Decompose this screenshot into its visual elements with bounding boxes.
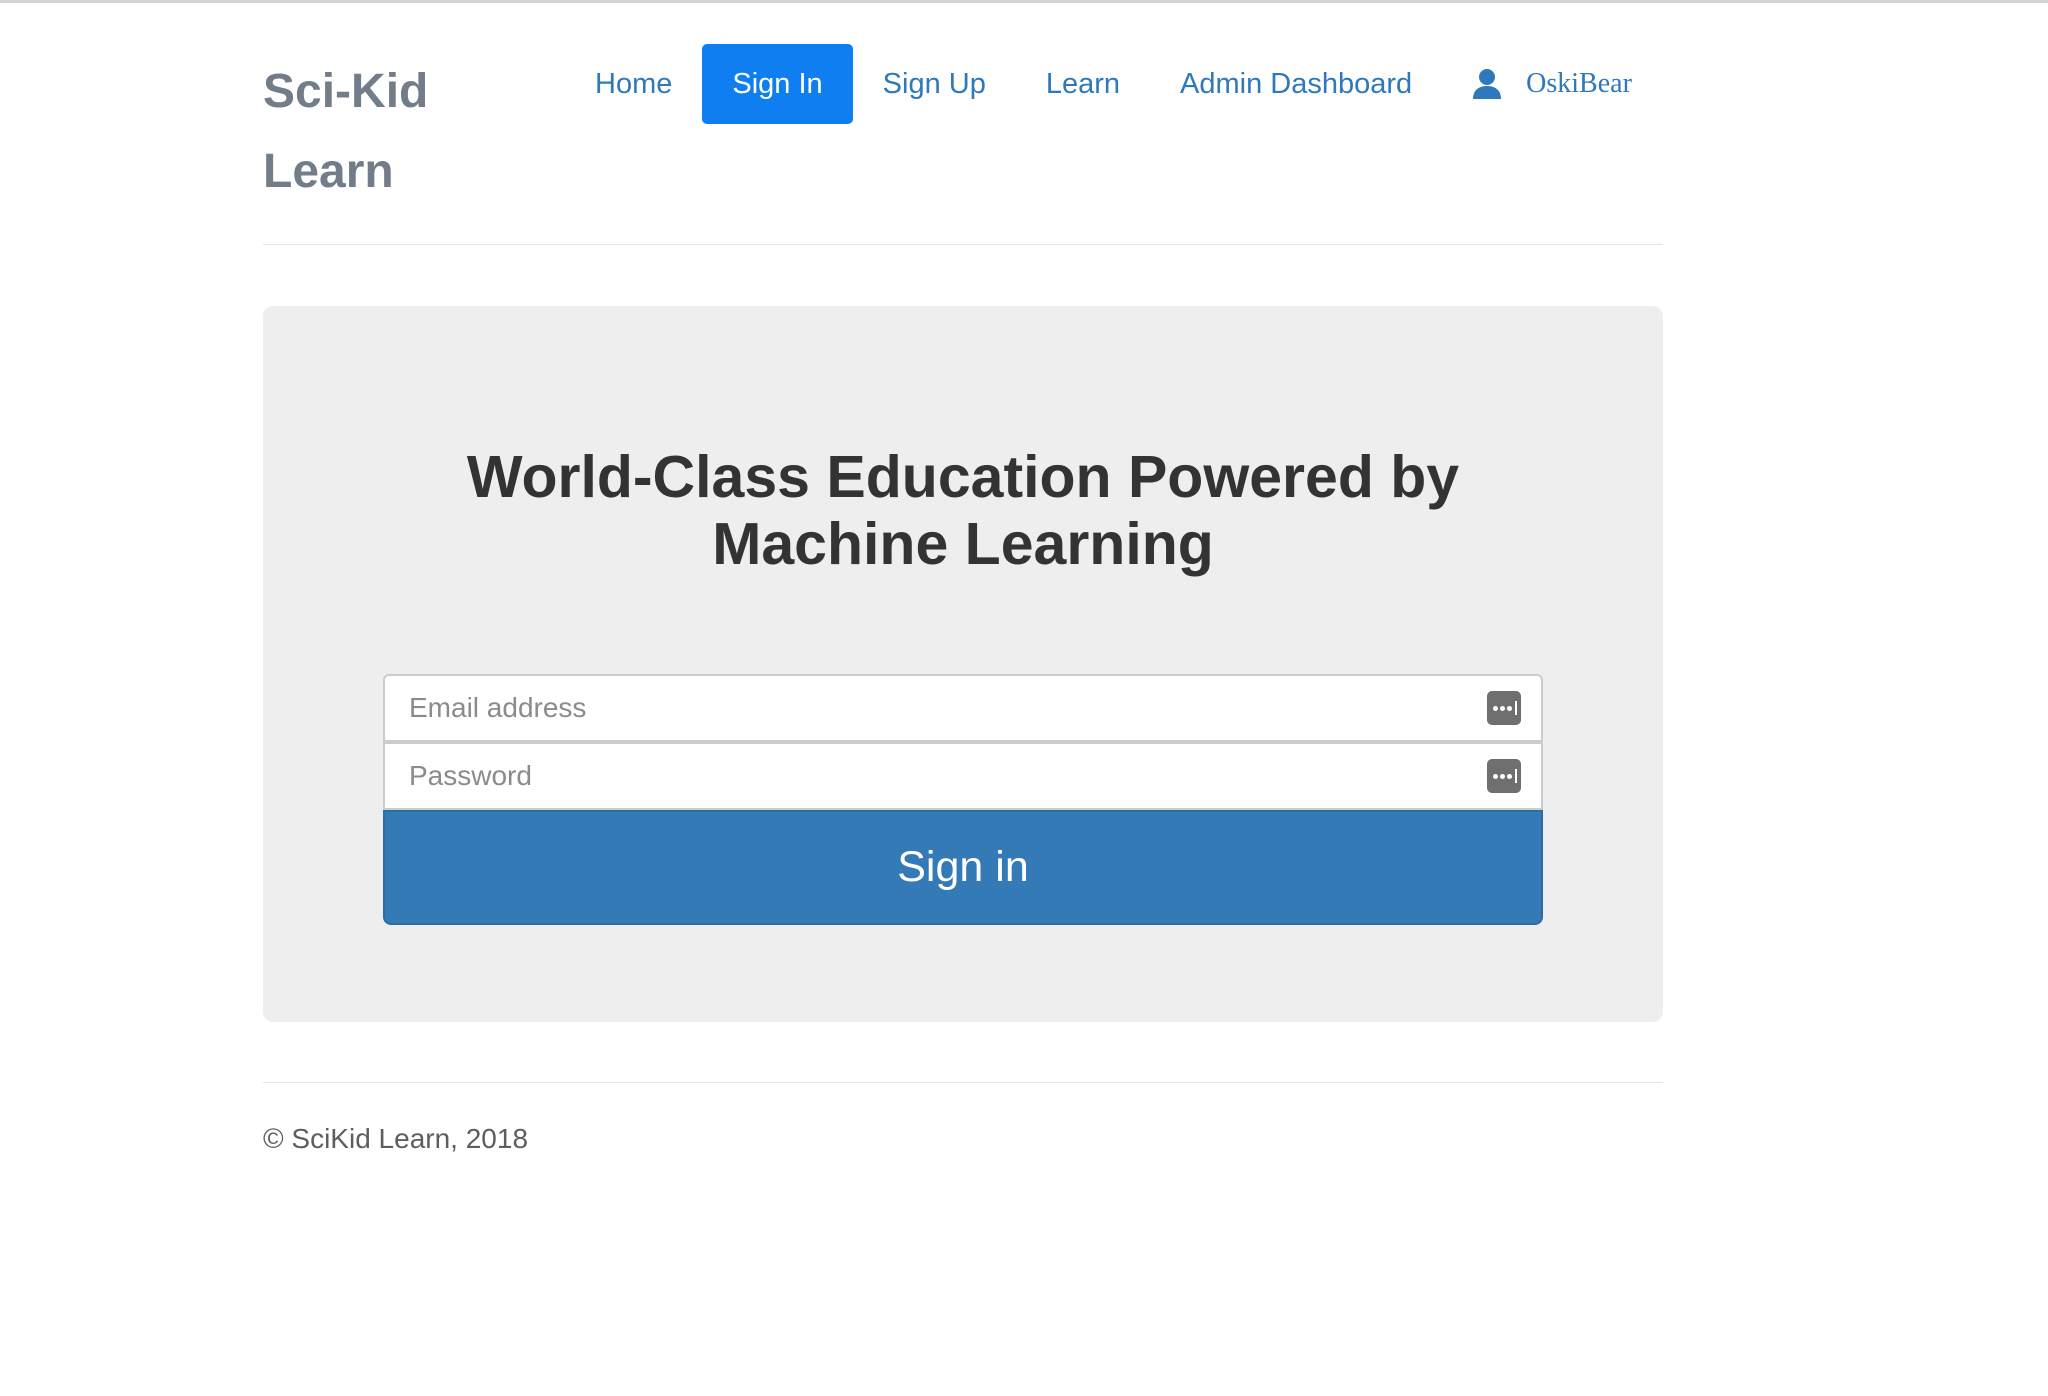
copyright-text: © SciKid Learn, 2018 (263, 1123, 529, 1154)
main-nav: Home Sign In Sign Up Learn Admin Dashboa… (565, 44, 1632, 124)
password-field-wrapper (383, 742, 1543, 810)
hero-headline: World-Class Education Powered by Machine… (466, 444, 1460, 577)
nav-sign-in[interactable]: Sign In (702, 44, 853, 124)
password-manager-icon[interactable] (1487, 691, 1521, 725)
hero-panel: World-Class Education Powered by Machine… (263, 306, 1663, 1022)
nav-learn[interactable]: Learn (1016, 44, 1150, 124)
footer: © SciKid Learn, 2018 (263, 1082, 1663, 1155)
email-field-wrapper (383, 674, 1543, 742)
sign-in-form: Sign in (383, 674, 1543, 925)
nav-home[interactable]: Home (565, 44, 702, 124)
password-field[interactable] (385, 744, 1541, 808)
user-icon (1473, 69, 1502, 99)
password-manager-icon[interactable] (1487, 759, 1521, 793)
header: Sci-Kid Learn Home Sign In Sign Up Learn… (263, 0, 1663, 245)
user-name: OskiBear (1526, 68, 1632, 99)
user-menu[interactable]: OskiBear (1442, 44, 1632, 124)
sign-in-button[interactable]: Sign in (383, 810, 1543, 925)
page-container: Sci-Kid Learn Home Sign In Sign Up Learn… (263, 0, 1663, 1154)
brand-logo[interactable]: Sci-Kid Learn (263, 52, 463, 212)
nav-admin-dashboard[interactable]: Admin Dashboard (1150, 44, 1442, 124)
email-field[interactable] (385, 676, 1541, 740)
nav-sign-up[interactable]: Sign Up (853, 44, 1016, 124)
